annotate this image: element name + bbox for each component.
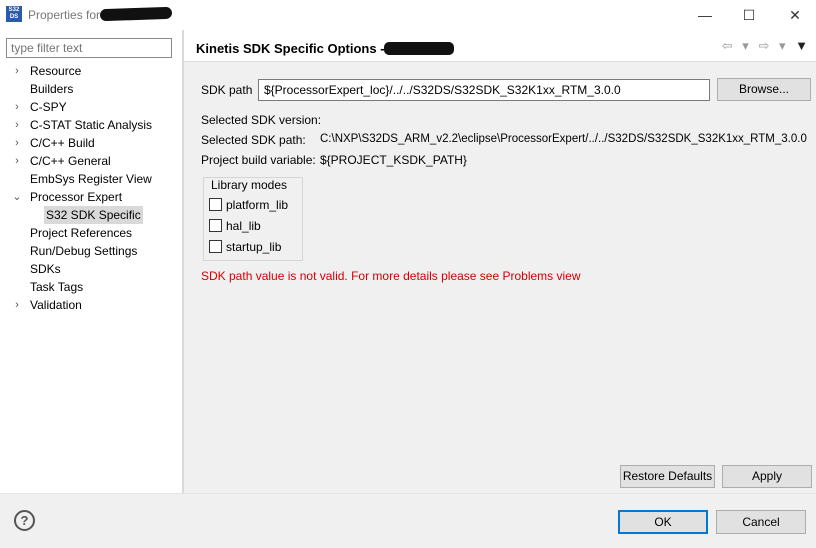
tree-item-task-tags[interactable]: Task Tags — [0, 278, 182, 296]
chevron-right-icon[interactable]: › — [12, 296, 22, 314]
chevron-right-icon[interactable]: › — [12, 134, 22, 152]
checkbox-label: platform_lib — [226, 198, 289, 212]
dialog-footer: ? OK Cancel — [0, 493, 816, 548]
library-modes-title: Library modes — [209, 178, 290, 192]
tree-item-label: C-SPY — [30, 100, 67, 114]
title-bar: S32 DS Properties for — ☐ ✕ — [0, 0, 816, 30]
tree-item-validation[interactable]: › Validation — [0, 296, 182, 314]
tree-item-s32-sdk-specific[interactable]: S32 SDK Specific — [0, 206, 182, 224]
tree-item-label: Processor Expert — [30, 190, 123, 204]
selected-path-value: C:\NXP\S32DS_ARM_v2.2\eclipse\ProcessorE… — [320, 133, 807, 145]
tree-item-label: C/C++ General — [30, 154, 111, 168]
maximize-button[interactable]: ☐ — [734, 4, 764, 26]
forward-menu-icon[interactable]: ▾ — [779, 38, 786, 53]
tree-item-label: Task Tags — [30, 280, 84, 294]
sdk-path-label: SDK path — [201, 83, 253, 97]
build-variable-value: ${PROJECT_KSDK_PATH} — [320, 153, 467, 167]
tree-item-sdks[interactable]: SDKs — [0, 260, 182, 278]
tree-item-label: Run/Debug Settings — [30, 244, 138, 258]
tree-item-run-debug-settings[interactable]: Run/Debug Settings — [0, 242, 182, 260]
platform-lib-option[interactable]: platform_lib — [209, 197, 288, 213]
tree-item-embsys-register-view[interactable]: EmbSys Register View — [0, 170, 182, 188]
chevron-right-icon[interactable]: › — [12, 152, 22, 170]
s32ds-app-icon: S32 DS — [6, 6, 22, 22]
tree-item-resource[interactable]: › Resource — [0, 62, 182, 80]
chevron-right-icon[interactable]: › — [12, 62, 22, 80]
platform-lib-checkbox[interactable] — [209, 198, 222, 211]
build-variable-label: Project build variable: — [201, 153, 316, 167]
sdk-path-input[interactable] — [258, 79, 710, 101]
minimize-button[interactable]: — — [690, 4, 720, 26]
checkbox-label: startup_lib — [226, 240, 282, 254]
properties-page: Kinetis SDK Specific Options - ⇦ ▾ ⇨ ▾ ▼… — [184, 30, 816, 493]
close-button[interactable]: ✕ — [780, 4, 810, 26]
tree-item-label: Validation — [30, 298, 82, 312]
checkbox-label: hal_lib — [226, 219, 261, 233]
tree-item-cpp-build[interactable]: › C/C++ Build — [0, 134, 182, 152]
tree-item-label: S32 SDK Specific — [44, 206, 143, 224]
window-title: Properties for — [28, 8, 101, 22]
restore-defaults-button[interactable]: Restore Defaults — [620, 465, 715, 488]
tree-item-label: EmbSys Register View — [30, 172, 152, 186]
sidebar: › Resource Builders › C-SPY › C-STAT Sta… — [0, 30, 182, 493]
tree-item-label: C-STAT Static Analysis — [30, 118, 153, 132]
tree-item-label: Resource — [30, 64, 82, 78]
cancel-button[interactable]: Cancel — [716, 510, 806, 534]
error-message: SDK path value is not valid. For more de… — [201, 269, 581, 283]
tree-item-cpp-general[interactable]: › C/C++ General — [0, 152, 182, 170]
tree-item-c-spy[interactable]: › C-SPY — [0, 98, 182, 116]
property-tree: › Resource Builders › C-SPY › C-STAT Sta… — [0, 62, 182, 314]
page-title: Kinetis SDK Specific Options - — [196, 41, 385, 56]
tree-item-label: SDKs — [30, 262, 61, 276]
forward-arrow-icon[interactable]: ⇨ — [758, 38, 769, 53]
back-arrow-icon[interactable]: ⇦ — [722, 38, 733, 53]
help-icon[interactable]: ? — [14, 510, 35, 531]
tree-item-label: C/C++ Build — [30, 136, 95, 150]
tree-item-c-stat[interactable]: › C-STAT Static Analysis — [0, 116, 182, 134]
tree-item-label: Builders — [30, 82, 74, 96]
chevron-right-icon[interactable]: › — [12, 98, 22, 116]
ok-button[interactable]: OK — [618, 510, 708, 534]
apply-button[interactable]: Apply — [722, 465, 812, 488]
hal-lib-option[interactable]: hal_lib — [209, 218, 261, 234]
chevron-down-icon[interactable]: ⌄ — [12, 188, 22, 206]
tree-item-label: Project References — [30, 226, 133, 240]
selected-version-label: Selected SDK version: — [201, 113, 322, 127]
selected-path-label: Selected SDK path: — [201, 133, 306, 147]
filter-input[interactable] — [6, 38, 172, 58]
hal-lib-checkbox[interactable] — [209, 219, 222, 232]
redaction-mark — [384, 42, 454, 55]
browse-button[interactable]: Browse... — [717, 78, 811, 101]
redaction-mark — [99, 6, 173, 22]
view-menu-icon[interactable]: ▼ — [795, 38, 808, 53]
startup-lib-option[interactable]: startup_lib — [209, 239, 281, 255]
back-menu-icon[interactable]: ▾ — [742, 38, 749, 53]
page-header: Kinetis SDK Specific Options - ⇦ ▾ ⇨ ▾ ▼ — [184, 30, 816, 62]
chevron-right-icon[interactable]: › — [12, 116, 22, 134]
tree-item-processor-expert[interactable]: ⌄ Processor Expert — [0, 188, 182, 206]
startup-lib-checkbox[interactable] — [209, 240, 222, 253]
tree-item-project-references[interactable]: Project References — [0, 224, 182, 242]
tree-item-builders[interactable]: Builders — [0, 80, 182, 98]
page-nav: ⇦ ▾ ⇨ ▾ ▼ — [716, 38, 808, 54]
